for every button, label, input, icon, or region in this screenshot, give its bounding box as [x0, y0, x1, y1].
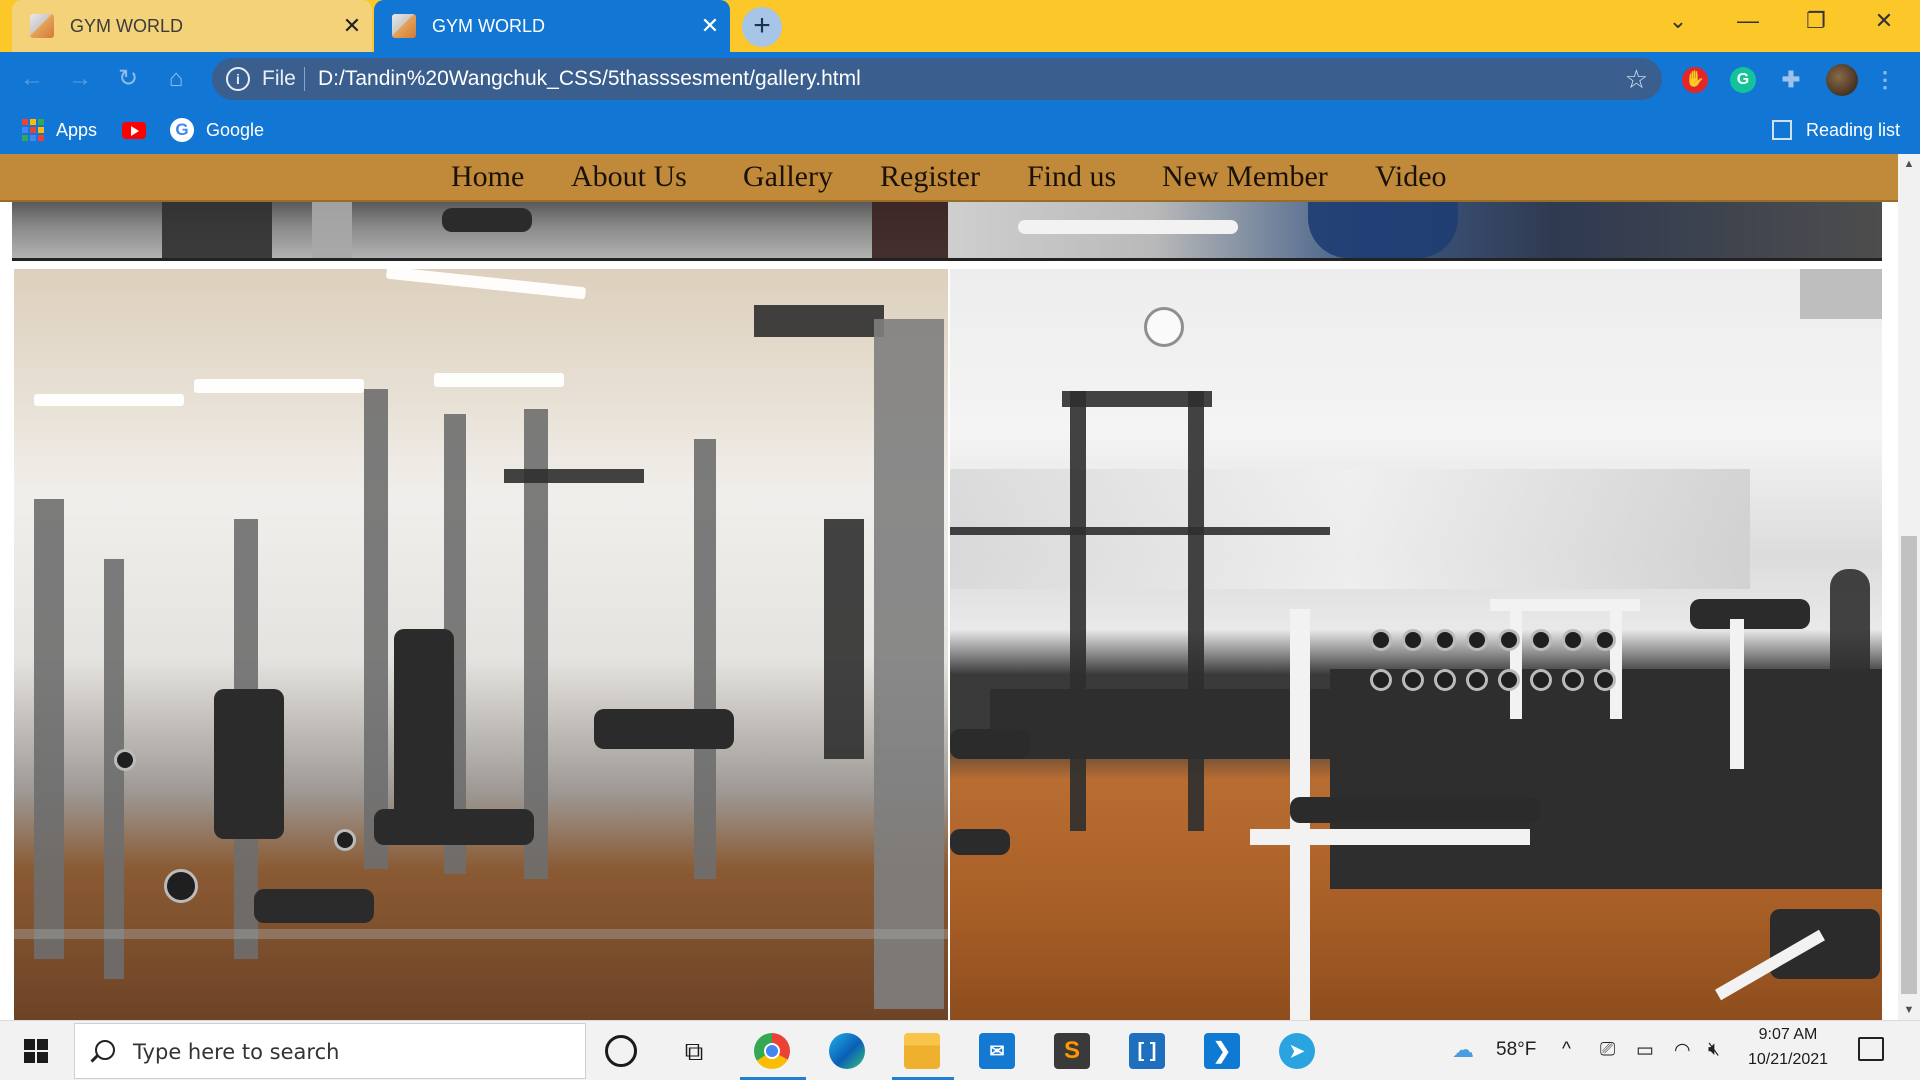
tab-title: GYM WORLD [70, 15, 184, 36]
scrollbar-thumb[interactable] [1901, 536, 1917, 994]
bookmark-youtube[interactable] [122, 116, 146, 144]
weather-temperature[interactable]: 58°F [1496, 1039, 1536, 1061]
browser-tab-2[interactable]: GYM WORLD ✕ [374, 0, 730, 52]
browser-toolbar: ← → ↻ ⌂ i File D:/Tandin%20Wangchuk_CSS/… [0, 52, 1920, 106]
task-view-icon[interactable]: ⧉ [676, 1033, 712, 1069]
bookmarks-bar: Apps G Google Reading list [0, 106, 1920, 154]
gallery-image-cardio-top-right [948, 202, 1882, 258]
browser-tab-1[interactable]: GYM WORLD ✕ [12, 0, 372, 52]
site-favicon-icon [30, 14, 54, 38]
apps-grid-icon [22, 119, 44, 141]
adblock-extension-icon[interactable]: ✋ [1682, 67, 1708, 93]
bookmark-google[interactable]: G Google [170, 116, 264, 144]
close-window-button[interactable]: ✕ [1850, 0, 1918, 42]
reading-list-button[interactable]: Reading list [1772, 116, 1900, 144]
nav-link-new-member[interactable]: New Member [1162, 160, 1328, 194]
forward-arrow-icon[interactable]: → [64, 63, 96, 95]
nav-link-video[interactable]: Video [1375, 160, 1447, 194]
reading-list-label: Reading list [1806, 119, 1901, 140]
taskbar-clock-date[interactable]: 10/21/2021 [1738, 1051, 1838, 1069]
grammarly-extension-icon[interactable]: G [1730, 67, 1756, 93]
file-explorer-icon[interactable] [904, 1033, 940, 1069]
sublime-text-icon[interactable]: S [1054, 1033, 1090, 1069]
meet-now-icon[interactable]: ⎚ [1600, 1039, 1615, 1061]
nav-link-find-us[interactable]: Find us [1027, 160, 1116, 194]
notifications-icon[interactable] [1858, 1037, 1884, 1061]
home-icon[interactable]: ⌂ [160, 63, 192, 95]
vscode-icon[interactable]: ❯ [1204, 1033, 1240, 1069]
minimize-button[interactable]: — [1714, 0, 1782, 42]
gallery-image-weight-machines [14, 269, 948, 1020]
taskbar-clock-time[interactable]: 9:07 AM [1752, 1026, 1824, 1044]
tab-search-icon[interactable]: ⌄ [1644, 0, 1712, 42]
url-text[interactable]: D:/Tandin%20Wangchuk_CSS/5thasssesment/g… [318, 67, 861, 91]
bookmark-apps[interactable]: Apps [22, 116, 97, 144]
site-info-icon[interactable]: i [226, 67, 250, 91]
telegram-icon[interactable]: ➤ [1279, 1033, 1315, 1069]
windows-start-icon[interactable] [24, 1039, 48, 1063]
extensions-puzzle-icon[interactable]: ✚ [1778, 67, 1804, 93]
weather-cloud-icon[interactable]: ☁ [1452, 1037, 1474, 1063]
google-icon: G [170, 118, 194, 142]
nav-link-register[interactable]: Register [880, 160, 980, 194]
volume-muted-icon[interactable]: 🔇︎ [1708, 1039, 1720, 1061]
close-tab-icon[interactable]: ✕ [690, 13, 730, 39]
site-nav-bar: Home About Us Gallery Register Find us N… [0, 154, 1898, 202]
nav-link-about-us[interactable]: About Us [571, 160, 687, 194]
cortana-icon[interactable] [605, 1035, 637, 1067]
menu-kebab-icon[interactable]: ⋮ [1872, 67, 1898, 93]
search-placeholder: Type here to search [133, 1040, 340, 1064]
tab-strip: GYM WORLD ✕ GYM WORLD ✕ + ⌄ — ❐ ✕ [0, 0, 1920, 52]
reload-icon[interactable]: ↻ [112, 63, 144, 95]
gallery-image-gym-floor-top-left [12, 202, 948, 258]
page-viewport: Home About Us Gallery Register Find us N… [0, 154, 1898, 1020]
nav-link-home[interactable]: Home [451, 160, 524, 194]
wifi-icon[interactable]: ◠ [1674, 1039, 1691, 1062]
image-divider [12, 258, 1882, 261]
mail-icon[interactable]: ✉ [979, 1033, 1015, 1069]
nav-link-gallery[interactable]: Gallery [743, 160, 833, 194]
address-divider [304, 67, 305, 91]
windows-taskbar: Type here to search ⧉ ✉ S [ ] ❯ ➤ ☁ 58°F… [0, 1020, 1920, 1080]
youtube-icon [122, 121, 146, 139]
search-icon [95, 1040, 115, 1060]
bookmark-star-icon[interactable]: ☆ [1625, 64, 1648, 95]
site-favicon-icon [392, 14, 416, 38]
show-hidden-icons-chevron-icon[interactable]: ^ [1562, 1039, 1571, 1061]
scroll-down-arrow-icon[interactable]: ▼ [1898, 1000, 1920, 1020]
chrome-icon[interactable] [754, 1033, 790, 1069]
bookmark-label: Google [206, 119, 265, 140]
reading-list-icon [1772, 120, 1792, 140]
back-arrow-icon[interactable]: ← [16, 63, 48, 95]
scheme-label: File [262, 67, 296, 90]
battery-icon[interactable]: ▭ [1636, 1039, 1654, 1062]
scroll-up-arrow-icon[interactable]: ▲ [1898, 154, 1920, 174]
bookmark-label: Apps [56, 119, 98, 140]
wall-clock-icon [1144, 307, 1184, 347]
restore-button[interactable]: ❐ [1782, 0, 1850, 42]
brackets-icon[interactable]: [ ] [1129, 1033, 1165, 1069]
taskbar-search-box[interactable]: Type here to search [74, 1023, 586, 1079]
profile-avatar[interactable] [1826, 64, 1858, 96]
new-tab-button[interactable]: + [742, 7, 782, 47]
edge-icon[interactable] [829, 1033, 865, 1069]
close-tab-icon[interactable]: ✕ [332, 13, 372, 39]
tab-title: GYM WORLD [432, 15, 546, 36]
gallery-image-free-weights-room [950, 269, 1882, 1020]
page-scrollbar[interactable]: ▲ ▼ [1898, 154, 1920, 1020]
address-bar[interactable]: i File D:/Tandin%20Wangchuk_CSS/5thassse… [212, 58, 1662, 100]
